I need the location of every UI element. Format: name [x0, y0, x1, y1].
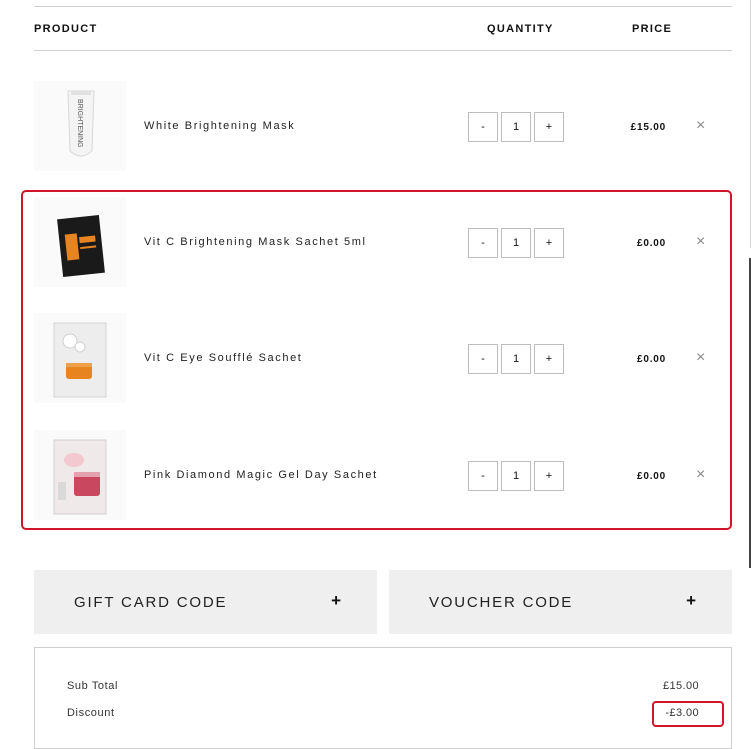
- product-thumbnail[interactable]: BRIGHTENING: [34, 81, 126, 171]
- column-header-price: PRICE: [632, 23, 673, 35]
- voucher-code-toggle[interactable]: VOUCHER CODE +: [389, 570, 732, 634]
- svg-text:BRIGHTENING: BRIGHTENING: [76, 99, 83, 148]
- increase-quantity-button[interactable]: +: [534, 112, 564, 142]
- cart-item: BRIGHTENING White Brightening Mask - 1 +…: [34, 81, 732, 171]
- plus-icon[interactable]: +: [331, 591, 341, 611]
- plus-icon[interactable]: +: [686, 591, 696, 611]
- decrease-quantity-button[interactable]: -: [468, 112, 498, 142]
- gift-card-code-label: GIFT CARD CODE: [74, 594, 228, 611]
- remove-item-icon[interactable]: ×: [696, 117, 705, 135]
- free-items-highlight: [21, 190, 732, 530]
- divider: [34, 50, 732, 51]
- column-header-product: PRODUCT: [34, 23, 98, 35]
- subtotal-value: £15.00: [662, 680, 699, 692]
- voucher-code-label: VOUCHER CODE: [429, 594, 574, 611]
- divider: [34, 6, 732, 7]
- quantity-stepper: - 1 +: [468, 112, 564, 142]
- discount-label: Discount: [67, 707, 115, 719]
- item-price: £15.00: [630, 122, 666, 133]
- quantity-input[interactable]: 1: [501, 112, 531, 142]
- column-header-quantity: QUANTITY: [487, 23, 554, 35]
- gift-card-code-toggle[interactable]: GIFT CARD CODE +: [34, 570, 377, 634]
- discount-highlight: [652, 701, 724, 727]
- product-name[interactable]: White Brightening Mask: [144, 120, 295, 132]
- order-summary: Sub Total £15.00 Discount -£3.00: [34, 647, 732, 749]
- subtotal-label: Sub Total: [67, 680, 119, 692]
